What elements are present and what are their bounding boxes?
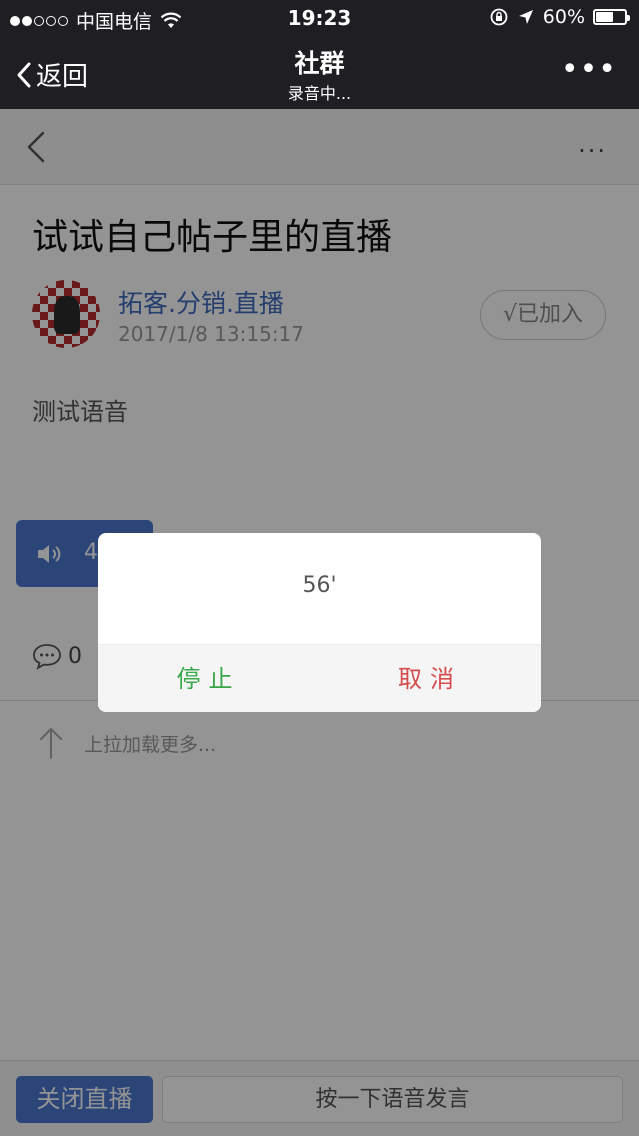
stop-button[interactable]: 停止: [98, 645, 319, 712]
page-title: 社群: [294, 49, 345, 78]
location-arrow-icon: [518, 10, 533, 24]
more-options-button[interactable]: •••: [561, 55, 617, 85]
recording-counter: 56': [302, 573, 337, 598]
status-bar: 中国电信 19:23 60%: [0, 0, 639, 36]
recording-status: 录音中...: [287, 84, 352, 103]
nav-bar: 返回 社群 录音中... •••: [0, 36, 639, 109]
cancel-button[interactable]: 取消: [319, 645, 541, 712]
rotation-lock-icon: [490, 8, 508, 26]
battery-percent: 60%: [542, 6, 585, 28]
battery-icon: [593, 9, 630, 25]
dialog-actions: 停止 取消: [98, 644, 541, 712]
recording-dialog: 56' 停止 取消: [98, 533, 541, 712]
